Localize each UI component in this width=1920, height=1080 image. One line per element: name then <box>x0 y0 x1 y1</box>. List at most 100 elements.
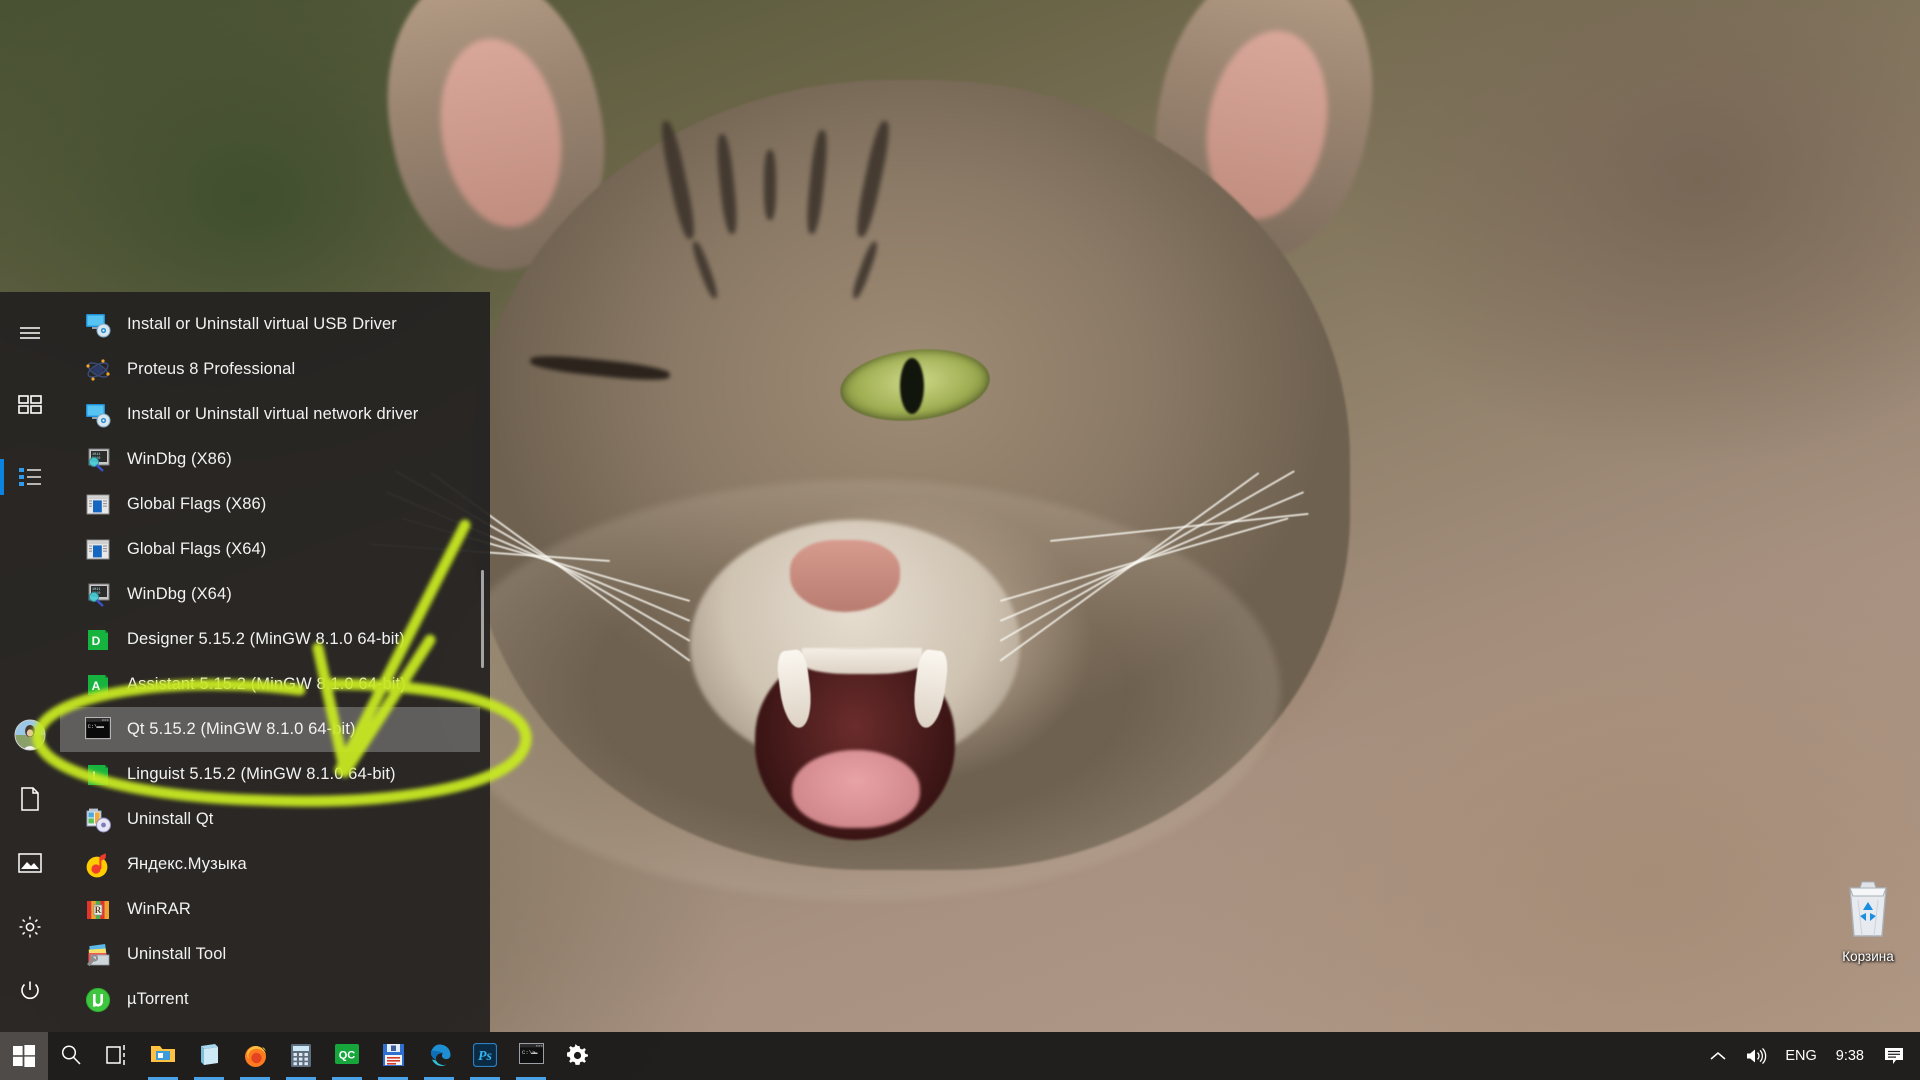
app-list-item-label: Linguist 5.15.2 (MinGW 8.1.0 64-bit) <box>127 765 396 783</box>
svg-text:L: L <box>92 769 99 783</box>
taskbar-qc-button[interactable]: QC <box>324 1032 370 1080</box>
tray-show-hidden-icons-button[interactable] <box>1700 1032 1736 1080</box>
app-list-item-label: Proteus 8 Professional <box>127 360 296 378</box>
app-list-item-label: Qt 5.15.2 (MinGW 8.1.0 64-bit) <box>127 720 356 738</box>
utorrent-icon <box>85 987 111 1013</box>
system-tray: ENG 9:38 <box>1700 1032 1920 1080</box>
recycle-bin-icon <box>1849 881 1887 937</box>
tray-clock[interactable]: 9:38 <box>1826 1032 1874 1080</box>
windbg-icon: 10110110 <box>85 447 111 473</box>
all-apps-list[interactable]: Install or Uninstall virtual USB Driver … <box>60 292 490 1032</box>
start-menu-rail <box>0 292 60 1032</box>
taskbar-file-explorer-button[interactable] <box>140 1032 186 1080</box>
sidebar-item-user-account[interactable] <box>0 706 60 764</box>
taskbar-search-button[interactable] <box>48 1032 94 1080</box>
photoshop-icon: Ps <box>473 1043 497 1067</box>
taskbar: QC Ps C:\> ENG 9:38 <box>0 1032 1920 1080</box>
sidebar-item-documents[interactable] <box>0 770 60 828</box>
network-driver-icon <box>85 402 111 428</box>
app-list-item-label: Assistant 5.15.2 (MinGW 8.1.0 64-bit) <box>127 675 406 693</box>
taskbar-settings-button[interactable] <box>554 1032 600 1080</box>
svg-text:C:\: C:\ <box>88 724 98 730</box>
desktop-screen: Корзина Install or Uninstall virtual USB… <box>0 0 1920 1080</box>
qt-linguist-icon: L <box>85 762 111 788</box>
svg-text:R: R <box>95 905 102 915</box>
taskbar-wordpad-button[interactable] <box>370 1032 416 1080</box>
picture-icon <box>18 853 42 873</box>
global-flags-icon <box>85 492 111 518</box>
app-list-item-label: Uninstall Tool <box>127 945 227 963</box>
app-list-item[interactable]: Proteus 8 Professional <box>60 347 490 392</box>
app-list-item-label: Global Flags (X64) <box>127 540 267 558</box>
app-list-item[interactable]: A Assistant 5.15.2 (MinGW 8.1.0 64-bit) <box>60 662 490 707</box>
calculator-icon <box>291 1044 311 1067</box>
gear-icon <box>19 916 41 938</box>
settings-gear-icon <box>566 1044 588 1065</box>
hamburger-icon <box>20 327 40 339</box>
app-list-item[interactable]: D Designer 5.15.2 (MinGW 8.1.0 64-bit) <box>60 617 490 662</box>
action-center-icon <box>1885 1048 1903 1064</box>
app-list-item[interactable]: Global Flags (X64) <box>60 527 490 572</box>
app-list-item[interactable]: 10110110 WinDbg (X86) <box>60 437 490 482</box>
yandex-music-icon <box>85 852 111 878</box>
task-view-icon <box>106 1045 125 1065</box>
power-icon <box>21 981 39 1000</box>
tray-action-center-button[interactable] <box>1874 1032 1914 1080</box>
proteus-icon <box>85 357 111 383</box>
desktop-icon-label: Корзина <box>1842 949 1894 964</box>
svg-text:D: D <box>92 634 101 648</box>
app-list-item-label: Яндекс.Музыка <box>127 855 247 873</box>
taskbar-task-view-button[interactable] <box>94 1032 140 1080</box>
app-list-item[interactable]: R WinRAR <box>60 887 490 932</box>
app-list-item[interactable]: Uninstall Tool <box>60 932 490 977</box>
app-list-scrollbar[interactable] <box>481 302 487 1022</box>
sidebar-item-all-apps[interactable] <box>0 448 60 506</box>
svg-text:A: A <box>92 679 101 693</box>
taskbar-command-prompt-button[interactable]: C:\> <box>508 1032 554 1080</box>
sidebar-item-pictures[interactable] <box>0 834 60 892</box>
tray-volume-button[interactable] <box>1736 1032 1776 1080</box>
app-list-item[interactable]: 10110110 WinDbg (X64) <box>60 572 490 617</box>
volume-icon <box>1747 1047 1767 1065</box>
app-list-item[interactable]: Яндекс.Музыка <box>60 842 490 887</box>
list-icon <box>19 468 41 486</box>
qt-designer-icon: D <box>85 627 111 653</box>
taskbar-calculator-button[interactable] <box>278 1032 324 1080</box>
uninstall-qt-icon <box>85 807 111 833</box>
app-list-item[interactable]: µTorrent <box>60 977 490 1022</box>
app-list-item-label: WinRAR <box>127 900 191 918</box>
tray-clock-time: 9:38 <box>1835 1048 1864 1064</box>
tray-language-label: ENG <box>1785 1048 1817 1064</box>
app-list-item[interactable]: Global Flags (X86) <box>60 482 490 527</box>
tray-language-button[interactable]: ENG <box>1776 1032 1825 1080</box>
wallpaper-cat-photo <box>360 0 1540 1080</box>
desktop-icon-recycle-bin[interactable]: Корзина <box>1818 880 1918 964</box>
sidebar-item-power[interactable] <box>0 962 60 1020</box>
taskbar-firefox-button[interactable] <box>232 1032 278 1080</box>
app-list-item-label: WinDbg (X64) <box>127 585 232 603</box>
taskbar-photoshop-button[interactable]: Ps <box>462 1032 508 1080</box>
qt-console-icon: C:\ <box>85 716 111 743</box>
start-button[interactable] <box>0 1032 48 1080</box>
command-prompt-icon: C:\> <box>518 1043 544 1064</box>
scrollbar-thumb[interactable] <box>481 570 484 668</box>
microsoft-edge-icon <box>430 1044 450 1067</box>
sidebar-item-settings[interactable] <box>0 898 60 956</box>
sidebar-item-hamburger-menu[interactable] <box>0 304 60 362</box>
winrar-icon: R <box>85 897 111 923</box>
file-explorer-icon <box>151 1046 175 1062</box>
taskbar-word-button[interactable] <box>186 1032 232 1080</box>
app-list-item-label: Install or Uninstall virtual USB Driver <box>127 315 397 333</box>
search-icon <box>61 1045 81 1065</box>
taskbar-edge-button[interactable] <box>416 1032 462 1080</box>
app-list-item[interactable]: L Linguist 5.15.2 (MinGW 8.1.0 64-bit) <box>60 752 490 797</box>
app-list-item[interactable]: C:\ Qt 5.15.2 (MinGW 8.1.0 64-bit) <box>60 707 480 752</box>
app-list-item-label: Designer 5.15.2 (MinGW 8.1.0 64-bit) <box>127 630 405 648</box>
start-menu-panel: Install or Uninstall virtual USB Driver … <box>0 292 490 1032</box>
app-list-item[interactable]: Uninstall Qt <box>60 797 490 842</box>
sidebar-item-pinned-tiles[interactable] <box>0 376 60 434</box>
app-list-item-label: Global Flags (X86) <box>127 495 267 513</box>
app-list-item[interactable]: Install or Uninstall virtual USB Driver <box>60 302 490 347</box>
document-icon <box>21 787 39 811</box>
app-list-item[interactable]: Install or Uninstall virtual network dri… <box>60 392 490 437</box>
